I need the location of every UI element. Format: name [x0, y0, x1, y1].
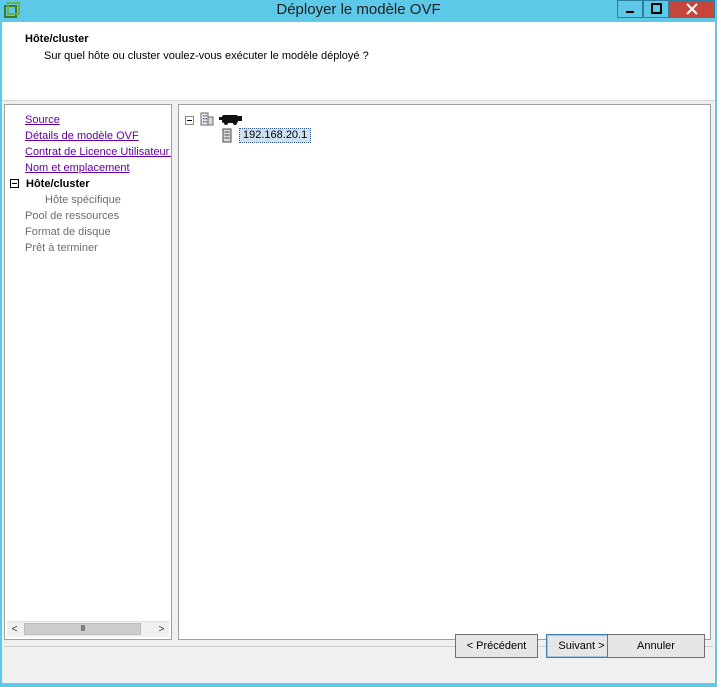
nav-step-ready: Prêt à terminer	[25, 242, 98, 254]
minimize-button[interactable]	[617, 0, 643, 18]
back-button[interactable]: < Précédent	[455, 634, 538, 658]
nav-step-source[interactable]: Source	[25, 114, 60, 126]
cluster-icon[interactable]	[219, 113, 243, 125]
window-title: Déployer le modèle OVF	[276, 1, 441, 18]
nav-step-name-location[interactable]: Nom et emplacement	[25, 162, 130, 174]
nav-horizontal-scrollbar[interactable]: < III >	[7, 621, 169, 637]
host-server-icon	[222, 128, 232, 143]
nav-step-license[interactable]: Contrat de Licence Utilisateur F	[25, 146, 171, 158]
nav-step-disk-format: Format de disque	[25, 226, 111, 238]
collapse-icon[interactable]	[10, 179, 19, 188]
wizard-step-nav: Source Détails de modèle OVF Contrat de …	[4, 104, 172, 640]
tree-collapse-icon[interactable]	[185, 116, 194, 125]
scroll-left-button[interactable]: <	[7, 622, 22, 637]
nav-step-ovf-details[interactable]: Détails de modèle OVF	[25, 130, 139, 142]
close-button[interactable]	[669, 0, 715, 18]
wizard-header: Hôte/cluster Sur quel hôte ou cluster vo…	[2, 22, 715, 101]
datacenter-icon	[200, 112, 214, 126]
nav-step-resource-pool: Pool de ressources	[25, 210, 120, 222]
dialog-client-area: Hôte/cluster Sur quel hôte ou cluster vo…	[2, 22, 715, 683]
close-icon	[686, 3, 698, 15]
nav-step-specific-host: Hôte spécifique	[45, 194, 121, 206]
cancel-button[interactable]: Annuler	[607, 634, 705, 658]
scroll-right-button[interactable]: >	[154, 622, 169, 637]
host-cluster-tree: 192.168.20.1	[178, 104, 711, 640]
title-bar: Déployer le modèle OVF	[0, 0, 717, 22]
scroll-thumb[interactable]: III	[24, 623, 141, 635]
maximize-button[interactable]	[643, 0, 669, 18]
ovf-deploy-window: Déployer le modèle OVF Hôte/cluster Sur …	[0, 0, 717, 687]
page-title: Hôte/cluster	[25, 33, 89, 45]
tree-item-host[interactable]: 192.168.20.1	[239, 128, 312, 143]
minimize-icon	[626, 11, 634, 13]
maximize-icon	[651, 3, 662, 14]
nav-step-host-cluster: Hôte/cluster	[26, 178, 90, 190]
page-subtitle: Sur quel hôte ou cluster voulez-vous exé…	[44, 50, 369, 62]
